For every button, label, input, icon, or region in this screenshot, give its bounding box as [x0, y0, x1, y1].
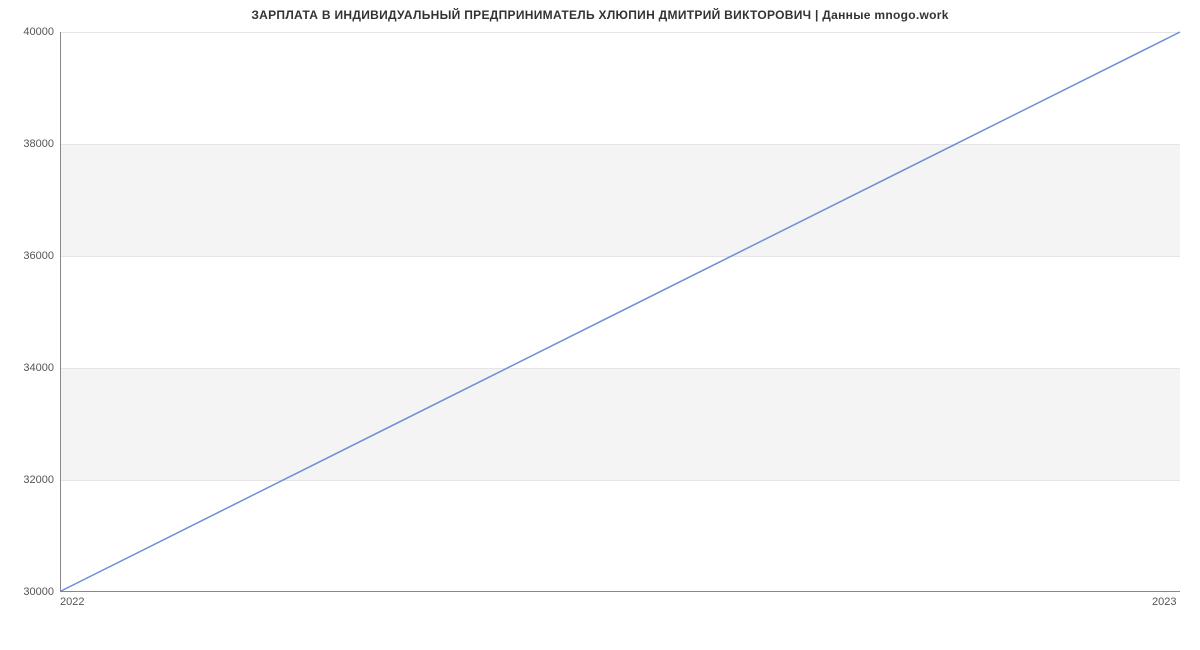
x-tick-label: 2023	[1152, 596, 1176, 608]
y-tick-label: 36000	[4, 250, 54, 262]
salary-chart: ЗАРПЛАТА В ИНДИВИДУАЛЬНЫЙ ПРЕДПРИНИМАТЕЛ…	[0, 0, 1200, 650]
series-line	[61, 32, 1180, 591]
y-tick-label: 32000	[4, 474, 54, 486]
x-tick-label: 2022	[60, 596, 84, 608]
y-tick-label: 40000	[4, 26, 54, 38]
line-layer	[61, 32, 1180, 591]
y-tick-label: 38000	[4, 138, 54, 150]
plot-area	[60, 32, 1180, 592]
y-tick-label: 30000	[4, 586, 54, 598]
chart-title: ЗАРПЛАТА В ИНДИВИДУАЛЬНЫЙ ПРЕДПРИНИМАТЕЛ…	[0, 8, 1200, 22]
y-tick-label: 34000	[4, 362, 54, 374]
